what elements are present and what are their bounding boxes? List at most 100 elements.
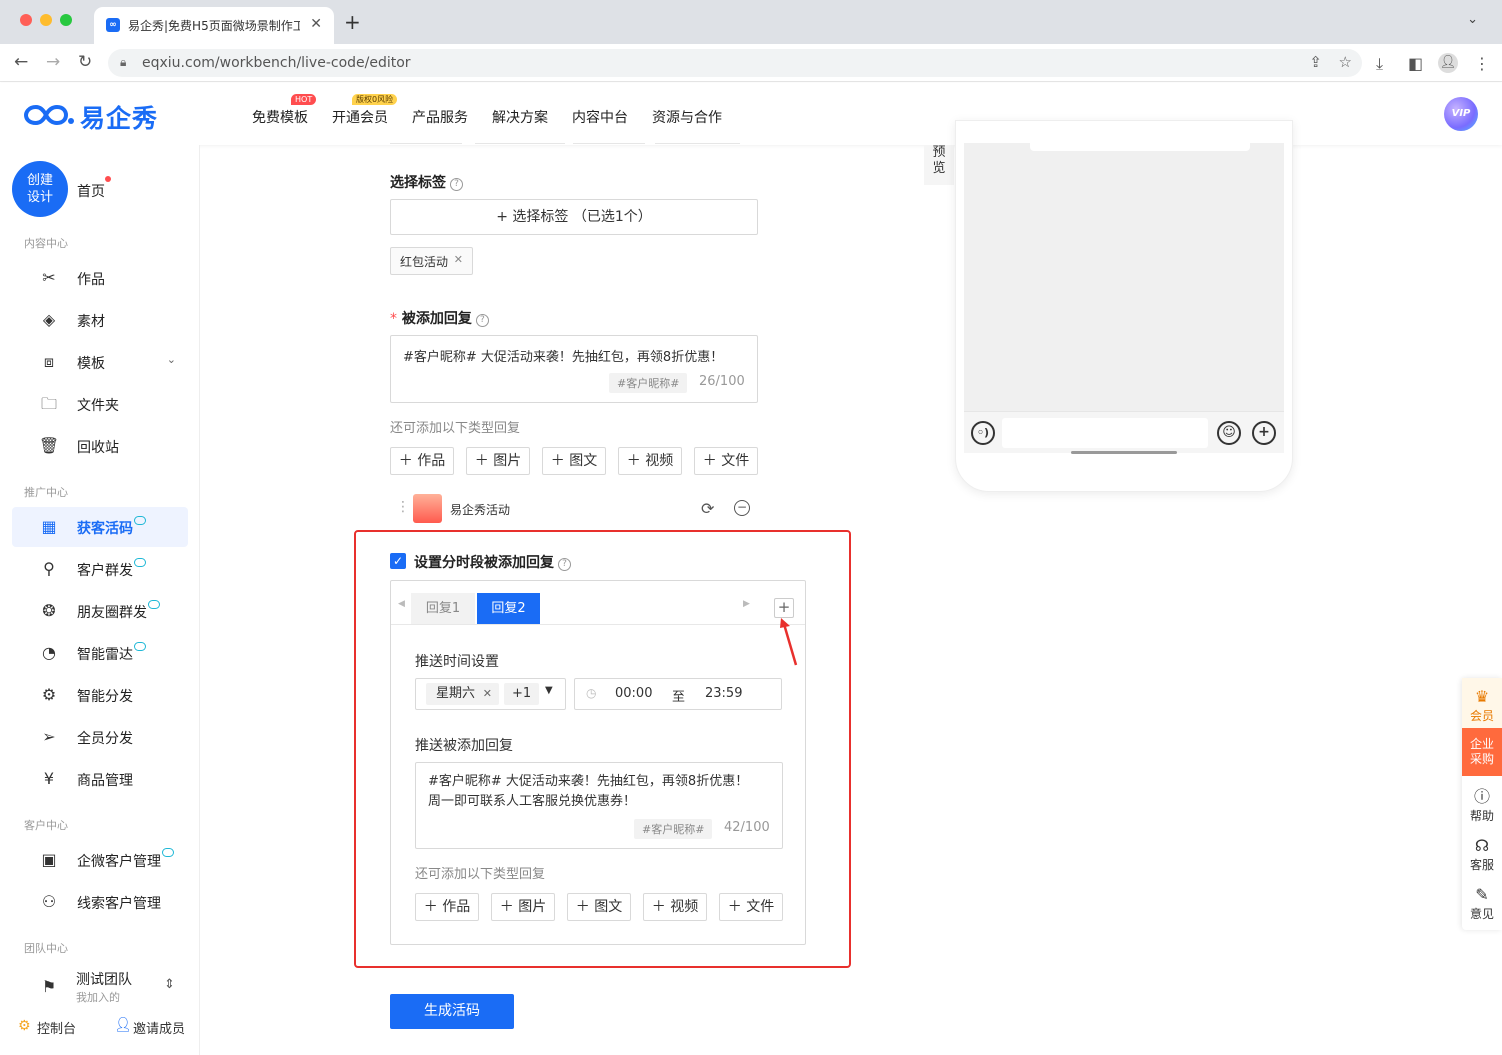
sidebar-item-label: 智能雷达 (77, 647, 133, 663)
hot-chat-icon (162, 848, 174, 857)
sidebar-item-smart-distribute[interactable]: ⚙︎ 智能分发 (12, 675, 188, 715)
nav-content-center[interactable]: 内容中台 (572, 107, 628, 127)
add-image-button[interactable]: ＋ 图片 (491, 893, 555, 921)
add-reply-tab-button[interactable]: + (774, 598, 794, 618)
sidebar-item-live-code[interactable]: ▦ 获客活码 (12, 507, 188, 547)
weekday-select[interactable]: 星期六 ✕ +1 ▼ (415, 678, 566, 710)
nav-products[interactable]: 产品服务 (412, 107, 468, 127)
reply-textarea[interactable]: #客户昵称# 大促活动来袭！先抽红包，再领8折优惠！ #客户昵称# 26/100 (390, 335, 758, 403)
forward-arrow-icon[interactable]: → (46, 52, 60, 72)
time-end[interactable]: 23:59 (705, 686, 742, 701)
reload-icon[interactable]: ↻ (78, 52, 92, 72)
activity-thumbnail (413, 494, 442, 523)
button-label: 图文 (569, 453, 598, 469)
sidebar-item-product-management[interactable]: ¥ 商品管理 (12, 759, 188, 799)
new-tab-icon[interactable]: + (344, 10, 361, 34)
url-text: eqxiu.com/workbench/live-code/editor (142, 55, 411, 71)
select-tags-button[interactable]: + 选择标签 （已选1个） (390, 199, 758, 235)
sidebar-item-templates[interactable]: ⧈ 模板 ⌄ (12, 342, 188, 382)
browser-tab[interactable]: ∞ 易企秀|免费H5页面微场景制作工具 ✕ (94, 7, 334, 44)
create-design-button[interactable]: 创建 设计 (12, 161, 68, 217)
tab-reply-2[interactable]: 回复2 (477, 593, 540, 624)
close-tab-icon[interactable]: ✕ (310, 16, 322, 32)
more-types-label: 还可添加以下类型回复 (390, 421, 521, 436)
nav-free-templates[interactable]: 免费模板 (252, 107, 308, 127)
reply-text: #客户昵称# 大促活动来袭！先抽红包，再领8折优惠！ (403, 350, 724, 365)
time-range-picker[interactable]: ◷ 00:00 至 23:59 (574, 678, 782, 710)
timed-reply-checkbox[interactable]: ✓ (390, 553, 406, 569)
cut-off-field (390, 143, 462, 146)
chevron-down-icon: ⌄ (166, 353, 176, 366)
caret-down-icon: ▼ (545, 685, 553, 696)
sidebar-item-lead-customers[interactable]: ⚇ 线索客户管理 (12, 882, 188, 922)
add-file-button[interactable]: ＋ 文件 (719, 893, 783, 921)
tab-reply-1[interactable]: 回复1 (411, 593, 475, 624)
help-icon[interactable]: ? (450, 178, 463, 191)
insert-nickname-chip[interactable]: #客户昵称# (634, 819, 713, 839)
enterprise-purchase-button[interactable]: 企业采购 (1462, 728, 1502, 776)
add-work-button[interactable]: ＋ 作品 (415, 893, 479, 921)
customer-service-button[interactable]: ☊ 客服 (1462, 837, 1502, 873)
chat-input-bar: ◦) ☺ + (964, 411, 1284, 453)
add-article-button[interactable]: ＋ 图文 (567, 893, 631, 921)
push-reply-text: #客户昵称# 大促活动来袭！先抽红包，再领8折优惠！ 周一即可联系人工客服兑换优… (428, 774, 749, 809)
share-icon[interactable]: ⇪ (1309, 53, 1322, 71)
gear-icon: ⚙︎ (18, 1018, 31, 1034)
bookmark-star-icon[interactable]: ☆ (1339, 53, 1352, 71)
remove-icon[interactable]: − (734, 500, 750, 516)
add-video-button[interactable]: ＋ 视频 (643, 893, 707, 921)
sidebar-item-all-staff-distribute[interactable]: ➢ 全员分发 (12, 717, 188, 757)
time-start[interactable]: 00:00 (615, 686, 652, 701)
insert-nickname-chip[interactable]: #客户昵称# (609, 373, 688, 393)
download-icon[interactable]: ⤓ (1376, 54, 1383, 74)
close-window-icon[interactable] (20, 14, 32, 26)
push-time-label: 推送时间设置 (415, 654, 499, 670)
tools-icon: ✂︎ (42, 268, 56, 287)
tab-scroll-right-icon[interactable]: ▶ (743, 599, 750, 609)
console-link[interactable]: 控制台 (37, 1018, 76, 1037)
refresh-icon[interactable]: ⟳ (701, 499, 714, 518)
vip-avatar[interactable]: VIP (1444, 97, 1478, 131)
sidebar-item-wecom-customers[interactable]: ▣ 企微客户管理 (12, 840, 188, 880)
preview-tab[interactable]: 预览 (924, 145, 954, 185)
sidebar-item-customer-broadcast[interactable]: ⚲ 客户群发 (12, 549, 188, 589)
sidebar-item-recycle-bin[interactable]: 🗑︎ 回收站 (12, 426, 188, 466)
nav-resources[interactable]: 资源与合作 (652, 107, 722, 127)
nav-membership[interactable]: 开通会员 (332, 107, 388, 127)
url-bar[interactable]: 🔒︎ eqxiu.com/workbench/live-code/editor … (108, 49, 1362, 77)
tab-list-chevron-icon[interactable]: ⌄ (1467, 12, 1478, 27)
push-reply-textarea[interactable]: #客户昵称# 大促活动来袭！先抽红包，再领8折优惠！ 周一即可联系人工客服兑换优… (415, 762, 783, 849)
feedback-button[interactable]: ✎ 意见 (1462, 886, 1502, 922)
profile-avatar-icon[interactable]: 👤︎ (1438, 53, 1458, 73)
sidepanel-icon[interactable]: ◧ (1408, 54, 1423, 73)
add-file-button[interactable]: ＋ 文件 (694, 447, 758, 475)
team-switcher[interactable]: ⚑ 测试团队 我加入的 ⇕ (12, 965, 188, 1009)
add-video-button[interactable]: ＋ 视频 (618, 447, 682, 475)
sidebar-item-moments-broadcast[interactable]: ❂ 朋友圈群发 (12, 591, 188, 631)
phone-preview: ◦) ☺ + (955, 120, 1293, 492)
sidebar-item-smart-radar[interactable]: ◔ 智能雷达 (12, 633, 188, 673)
nav-solutions[interactable]: 解决方案 (492, 107, 548, 127)
generate-code-button[interactable]: 生成活码 (390, 994, 514, 1029)
sidebar-item-materials[interactable]: ◈ 素材 (12, 300, 188, 340)
more-menu-icon[interactable]: ⋮ (1474, 54, 1490, 73)
sidebar-item-folders[interactable]: 🗀 文件夹 (12, 384, 188, 424)
add-article-button[interactable]: ＋ 图文 (542, 447, 606, 475)
help-float-button[interactable]: ⓘ 帮助 (1462, 788, 1502, 824)
sidebar-item-works[interactable]: ✂︎ 作品 (12, 258, 188, 298)
maximize-window-icon[interactable] (60, 14, 72, 26)
add-work-button[interactable]: ＋ 作品 (390, 447, 454, 475)
invite-members-link[interactable]: 邀请成员 (133, 1018, 185, 1037)
team-sub: 我加入的 (76, 991, 120, 1004)
help-icon[interactable]: ? (558, 558, 571, 571)
close-icon[interactable]: ✕ (454, 253, 463, 266)
sidebar-item-home[interactable]: 首页 (77, 181, 105, 201)
minimize-window-icon[interactable] (40, 14, 52, 26)
back-arrow-icon[interactable]: ← (14, 52, 28, 72)
close-icon[interactable]: ✕ (483, 683, 492, 705)
section-promo-center: 推广中心 (24, 486, 68, 499)
add-image-button[interactable]: ＋ 图片 (466, 447, 530, 475)
member-float-button[interactable]: ♛ 会员 (1462, 678, 1502, 728)
tab-scroll-left-icon[interactable]: ◀ (398, 599, 405, 609)
help-icon[interactable]: ? (475, 314, 489, 327)
